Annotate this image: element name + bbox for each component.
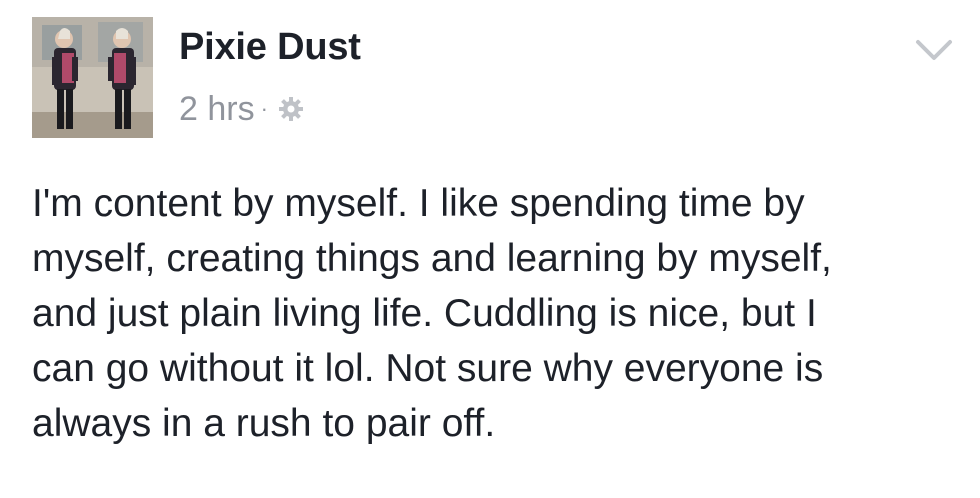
chevron-down-icon[interactable]: [914, 34, 954, 64]
author-name[interactable]: Pixie Dust: [179, 26, 361, 69]
post-text: I'm content by myself. I like spending t…: [32, 182, 832, 445]
timestamp[interactable]: 2 hrs: [179, 90, 255, 129]
feed-post: Pixie Dust 2 hrs · I'm content by myself…: [0, 0, 980, 498]
meta-separator: ·: [260, 96, 268, 121]
gear-icon[interactable]: [276, 94, 306, 124]
profile-photo: [32, 17, 153, 138]
avatar[interactable]: [32, 17, 153, 138]
post-meta: 2 hrs ·: [179, 89, 306, 129]
